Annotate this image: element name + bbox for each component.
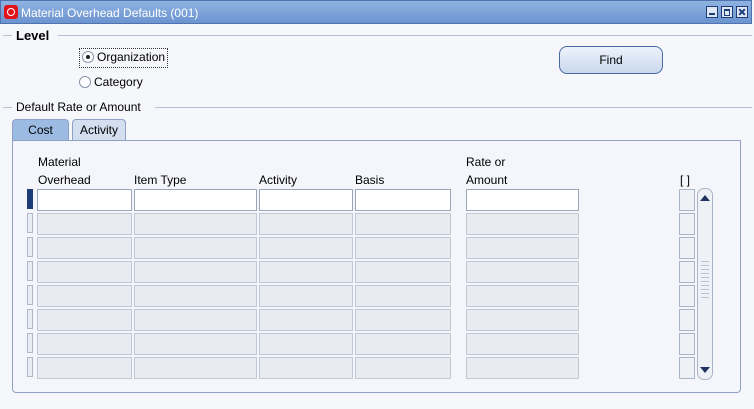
- radio-organization[interactable]: Organization: [79, 48, 169, 68]
- rate-or-amount-field[interactable]: [466, 189, 579, 211]
- rate-section-title: Default Rate or Amount: [16, 100, 141, 114]
- rate-or-amount-field[interactable]: [466, 333, 579, 355]
- rate-or-amount-field[interactable]: [466, 309, 579, 331]
- basis-field[interactable]: [355, 333, 451, 355]
- radio-organization-label: Organization: [97, 49, 166, 64]
- basis-field[interactable]: [355, 213, 451, 235]
- scroll-up-icon[interactable]: [700, 195, 710, 201]
- column-header-activity: Activity: [259, 173, 298, 187]
- rate-or-amount-field[interactable]: [466, 261, 579, 283]
- row-selector[interactable]: [27, 261, 33, 281]
- basis-field[interactable]: [355, 261, 451, 283]
- rate-or-amount-field[interactable]: [466, 213, 579, 235]
- level-section-title: Level: [16, 28, 50, 43]
- rate-or-amount-field[interactable]: [466, 237, 579, 259]
- header-line: Rate or: [466, 155, 506, 169]
- item-type-field[interactable]: [134, 189, 257, 211]
- activity-field[interactable]: [259, 261, 353, 283]
- row-selector[interactable]: [27, 189, 33, 209]
- flexfield-cell[interactable]: [679, 213, 695, 235]
- column-header-rate-or-amount: Rate or Amount: [466, 153, 507, 189]
- activity-field[interactable]: [259, 333, 353, 355]
- header-line: Amount: [466, 173, 508, 187]
- flexfield-cell[interactable]: [679, 237, 695, 259]
- rate-or-amount-field[interactable]: [466, 357, 579, 379]
- section-divider: [3, 107, 12, 108]
- header-line: Overhead: [38, 173, 91, 187]
- flexfield-cell[interactable]: [679, 357, 695, 379]
- item-type-field[interactable]: [134, 285, 257, 307]
- item-type-field[interactable]: [134, 309, 257, 331]
- minimize-icon[interactable]: [706, 6, 718, 18]
- flexfield-cell[interactable]: [679, 285, 695, 307]
- close-icon[interactable]: [736, 6, 748, 18]
- row-selector[interactable]: [27, 309, 33, 329]
- header-line: Material: [38, 155, 81, 169]
- radio-unselected-icon[interactable]: [79, 75, 91, 88]
- material-overhead-field[interactable]: [37, 333, 132, 355]
- row-selector[interactable]: [27, 237, 33, 257]
- activity-field[interactable]: [259, 213, 353, 235]
- scroll-down-icon[interactable]: [700, 367, 710, 373]
- section-divider: [3, 35, 12, 36]
- material-overhead-field[interactable]: [37, 357, 132, 379]
- radio-category[interactable]: Category: [79, 74, 143, 92]
- basis-field[interactable]: [355, 357, 451, 379]
- item-type-field[interactable]: [134, 333, 257, 355]
- rate-or-amount-field[interactable]: [466, 285, 579, 307]
- flexfield-cell[interactable]: [679, 261, 695, 283]
- flexfield-cell[interactable]: [679, 309, 695, 331]
- title-bar: Material Overhead Defaults (001): [0, 0, 752, 24]
- row-selector[interactable]: [27, 213, 33, 233]
- row-selector[interactable]: [27, 357, 33, 377]
- column-header-basis: Basis: [355, 173, 385, 187]
- basis-field[interactable]: [355, 189, 451, 211]
- column-header-material-overhead: Material Overhead: [38, 153, 91, 189]
- material-overhead-field[interactable]: [37, 213, 132, 235]
- activity-field[interactable]: [259, 309, 353, 331]
- section-divider: [58, 35, 752, 36]
- radio-category-label: Category: [94, 74, 143, 89]
- material-overhead-field[interactable]: [37, 237, 132, 259]
- item-type-field[interactable]: [134, 357, 257, 379]
- flexfield-cell[interactable]: [679, 189, 695, 211]
- material-overhead-field[interactable]: [37, 189, 132, 211]
- vertical-scrollbar[interactable]: [697, 188, 713, 380]
- column-header-flag: [ ]: [680, 173, 691, 187]
- basis-field[interactable]: [355, 285, 451, 307]
- activity-field[interactable]: [259, 285, 353, 307]
- window-title: Material Overhead Defaults (001): [21, 6, 199, 20]
- find-button[interactable]: Find: [559, 46, 663, 74]
- radio-selected-icon[interactable]: [82, 50, 94, 63]
- material-overhead-field[interactable]: [37, 261, 132, 283]
- column-header-item-type: Item Type: [134, 173, 187, 187]
- item-type-field[interactable]: [134, 213, 257, 235]
- item-type-field[interactable]: [134, 261, 257, 283]
- section-divider: [155, 107, 752, 108]
- row-selector[interactable]: [27, 333, 33, 353]
- material-overhead-field[interactable]: [37, 309, 132, 331]
- activity-field[interactable]: [259, 237, 353, 259]
- activity-field[interactable]: [259, 357, 353, 379]
- item-type-field[interactable]: [134, 237, 257, 259]
- material-overhead-field[interactable]: [37, 285, 132, 307]
- oracle-logo-icon: [4, 5, 18, 19]
- activity-field[interactable]: [259, 189, 353, 211]
- scroll-thumb[interactable]: [701, 261, 709, 301]
- tab-activity[interactable]: Activity: [72, 119, 126, 141]
- basis-field[interactable]: [355, 237, 451, 259]
- flexfield-cell[interactable]: [679, 333, 695, 355]
- tab-cost[interactable]: Cost: [12, 119, 69, 141]
- maximize-icon[interactable]: [721, 6, 733, 18]
- row-selector[interactable]: [27, 285, 33, 305]
- basis-field[interactable]: [355, 309, 451, 331]
